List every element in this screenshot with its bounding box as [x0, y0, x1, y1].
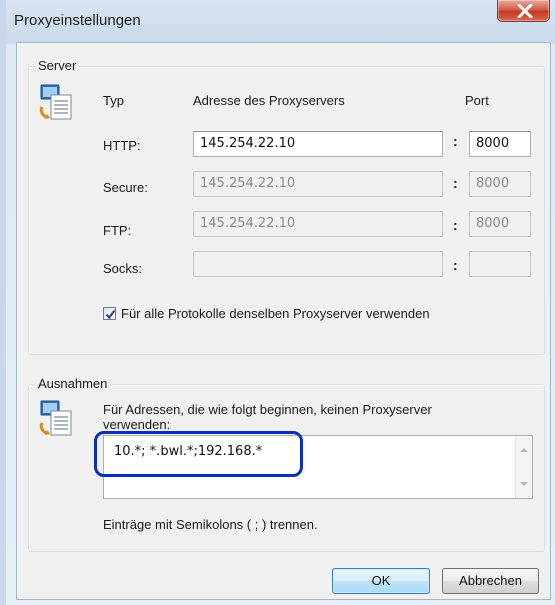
ftp-address-input[interactable]: 145.254.22.10	[193, 211, 443, 237]
secure-label: Secure:	[103, 180, 148, 195]
same-proxy-checkbox[interactable]	[103, 307, 116, 320]
scroll-down-icon[interactable]	[520, 482, 528, 486]
same-proxy-label[interactable]: Für alle Protokolle denselben Proxyserve…	[121, 306, 430, 321]
dialog-body: Server Typ Adresse des Proxyservers Port…	[16, 42, 551, 600]
column-header-port: Port	[465, 93, 489, 108]
exceptions-hint: Einträge mit Semikolons ( ; ) trennen.	[103, 517, 318, 532]
http-label: HTTP:	[103, 138, 141, 153]
ftp-label: FTP:	[103, 223, 132, 238]
proxy-settings-window: Proxyeinstellungen Server Typ Adresse de…	[0, 0, 555, 605]
secure-colon: :	[453, 175, 458, 191]
socks-colon: :	[453, 257, 458, 273]
close-icon	[517, 4, 533, 18]
ftp-port-input[interactable]: 8000	[469, 211, 531, 237]
close-button[interactable]	[497, 0, 550, 22]
http-colon: :	[453, 133, 458, 149]
column-header-type: Typ	[103, 93, 124, 108]
window-title: Proxyeinstellungen	[14, 12, 141, 29]
column-header-address: Adresse des Proxyservers	[193, 93, 345, 108]
server-group-title: Server	[35, 58, 80, 73]
exceptions-group-title: Ausnahmen	[35, 376, 111, 391]
exceptions-scrollbar[interactable]	[515, 436, 532, 498]
network-settings-icon	[39, 400, 72, 436]
highlight-annotation	[94, 431, 303, 477]
title-bar: Proxyeinstellungen	[6, 0, 555, 42]
scroll-up-icon[interactable]	[520, 448, 528, 452]
checkmark-icon	[105, 309, 116, 320]
exceptions-description-line1: Für Adressen, die wie folgt beginnen, ke…	[103, 402, 432, 417]
socks-port-input[interactable]	[469, 251, 531, 277]
secure-address-input[interactable]: 145.254.22.10	[193, 171, 443, 197]
network-settings-icon	[39, 84, 72, 120]
ok-button[interactable]: OK	[332, 568, 430, 594]
exceptions-description-line2: verwenden:	[103, 417, 171, 432]
secure-port-input[interactable]: 8000	[469, 171, 531, 197]
socks-label: Socks:	[103, 261, 143, 276]
http-address-input[interactable]: 145.254.22.10	[193, 131, 443, 157]
socks-address-input[interactable]	[193, 251, 443, 277]
cancel-button[interactable]: Abbrechen	[442, 568, 539, 594]
http-port-input[interactable]: 8000	[469, 131, 531, 157]
ftp-colon: :	[453, 217, 458, 233]
